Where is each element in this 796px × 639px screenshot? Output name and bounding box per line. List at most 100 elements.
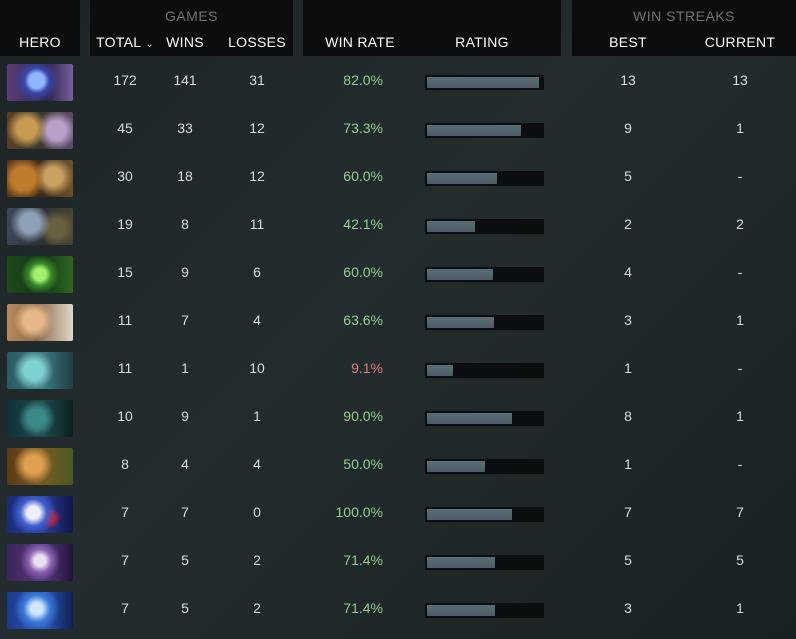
column-header-losses[interactable]: LOSSES (223, 34, 291, 50)
total-games-cell: 8 (121, 456, 129, 472)
column-header-current[interactable]: CURRENT (700, 34, 780, 50)
rating-bar (425, 315, 544, 330)
hero-portrait[interactable] (7, 160, 73, 197)
wins-cell: 4 (181, 456, 189, 472)
win-rate-cell: 42.1% (343, 216, 383, 232)
table-row[interactable]: 45 33 12 9 1 73.3% (0, 106, 796, 154)
losses-cell: 4 (253, 312, 261, 328)
hero-portrait[interactable] (7, 448, 73, 485)
table-row[interactable]: 30 18 12 5 - 60.0% (0, 154, 796, 202)
rating-bar-fill (427, 365, 454, 376)
rating-bar (425, 363, 544, 378)
wins-cell: 9 (181, 408, 189, 424)
table-row[interactable]: 7 7 0 7 7 100.0% (0, 490, 796, 538)
hero-portrait[interactable] (7, 208, 73, 245)
best-streak-cell: 2 (624, 216, 632, 232)
hero-portrait[interactable] (7, 256, 73, 293)
losses-cell: 6 (253, 264, 261, 280)
column-header-hero[interactable]: HERO (0, 34, 80, 50)
rating-bar-fill (427, 221, 476, 232)
games-group-title: GAMES (164, 8, 219, 24)
current-streak-cell: 7 (736, 504, 744, 520)
current-streak-cell: 5 (736, 552, 744, 568)
column-header-rating[interactable]: RATING (440, 34, 524, 50)
win-rate-cell: 50.0% (343, 456, 383, 472)
column-header-best[interactable]: BEST (590, 34, 666, 50)
table-row[interactable]: 10 9 1 8 1 90.0% (0, 394, 796, 442)
rating-bar (425, 459, 544, 474)
rating-bar (425, 171, 544, 186)
rating-bar (425, 411, 544, 426)
column-header-win-rate[interactable]: WIN RATE (318, 34, 402, 50)
losses-cell: 31 (249, 72, 265, 88)
rating-bar (425, 267, 544, 282)
total-games-cell: 30 (117, 168, 133, 184)
hero-portrait[interactable] (7, 112, 73, 149)
best-streak-cell: 3 (624, 312, 632, 328)
column-header-total[interactable]: TOTAL ⌄ (90, 34, 160, 50)
current-streak-cell: 13 (732, 72, 748, 88)
rating-bar (425, 219, 544, 234)
wins-cell: 9 (181, 264, 189, 280)
best-streak-cell: 8 (624, 408, 632, 424)
win-rate-cell: 100.0% (335, 504, 383, 520)
wins-cell: 7 (181, 312, 189, 328)
current-streak-cell: 1 (736, 600, 744, 616)
total-games-cell: 7 (121, 600, 129, 616)
rating-bar-fill (427, 509, 513, 520)
chevron-down-icon: ⌄ (145, 39, 154, 50)
current-streak-cell: 1 (736, 408, 744, 424)
total-games-cell: 11 (117, 360, 133, 376)
hero-portrait[interactable] (7, 352, 73, 389)
best-streak-cell: 13 (620, 72, 636, 88)
total-games-cell: 10 (117, 408, 133, 424)
rating-bar-fill (427, 605, 495, 616)
win-rate-cell: 71.4% (343, 600, 383, 616)
table-row[interactable]: 19 8 11 2 2 42.1% (0, 202, 796, 250)
table-row[interactable]: 172 141 31 13 13 82.0% (0, 58, 796, 106)
win-rate-cell: 71.4% (343, 552, 383, 568)
total-games-cell: 11 (117, 312, 133, 328)
table-row[interactable]: 7 5 2 3 1 71.4% (0, 586, 796, 634)
total-games-cell: 172 (113, 72, 137, 88)
rating-bar (425, 507, 544, 522)
losses-cell: 2 (253, 600, 261, 616)
losses-cell: 12 (249, 120, 265, 136)
losses-cell: 2 (253, 552, 261, 568)
current-streak-cell: - (737, 168, 743, 184)
losses-cell: 10 (249, 360, 265, 376)
best-streak-cell: 5 (624, 552, 632, 568)
rating-bar (425, 123, 544, 138)
win-rate-cell: 82.0% (343, 72, 383, 88)
losses-cell: 0 (253, 504, 261, 520)
rating-bar (425, 75, 544, 90)
total-games-cell: 45 (117, 120, 133, 136)
hero-portrait[interactable] (7, 64, 73, 101)
hero-portrait[interactable] (7, 400, 73, 437)
hero-portrait[interactable] (7, 544, 73, 581)
table-row[interactable]: 11 1 10 1-9.1% (0, 346, 796, 394)
current-streak-cell: - (737, 264, 743, 280)
table-row[interactable]: 8 4 4 1 - 50.0% (0, 442, 796, 490)
win-rate-cell: 60.0% (343, 264, 383, 280)
wins-cell: 1 (181, 360, 189, 376)
table-row[interactable]: 7 5 2 5 5 71.4% (0, 538, 796, 586)
total-games-cell: 15 (117, 264, 133, 280)
best-streak-cell: 7 (624, 504, 632, 520)
rating-bar (425, 555, 544, 570)
best-streak-cell: 9 (624, 120, 632, 136)
hero-portrait[interactable] (7, 496, 73, 533)
losses-cell: 4 (253, 456, 261, 472)
rating-bar-fill (427, 413, 513, 424)
hero-portrait[interactable] (7, 592, 73, 629)
total-games-cell: 7 (121, 552, 129, 568)
best-streak-cell: 5 (624, 168, 632, 184)
hero-portrait[interactable] (7, 304, 73, 341)
table-row[interactable]: 15 9 6 4 - 60.0% (0, 250, 796, 298)
table-row[interactable]: 11 7 4 3 1 63.6% (0, 298, 796, 346)
losses-cell: 11 (249, 216, 265, 232)
best-streak-cell: 1 (624, 360, 632, 376)
column-header-wins[interactable]: WINS (160, 34, 210, 50)
best-streak-cell: 1 (624, 456, 632, 472)
current-streak-cell: 1 (736, 312, 744, 328)
